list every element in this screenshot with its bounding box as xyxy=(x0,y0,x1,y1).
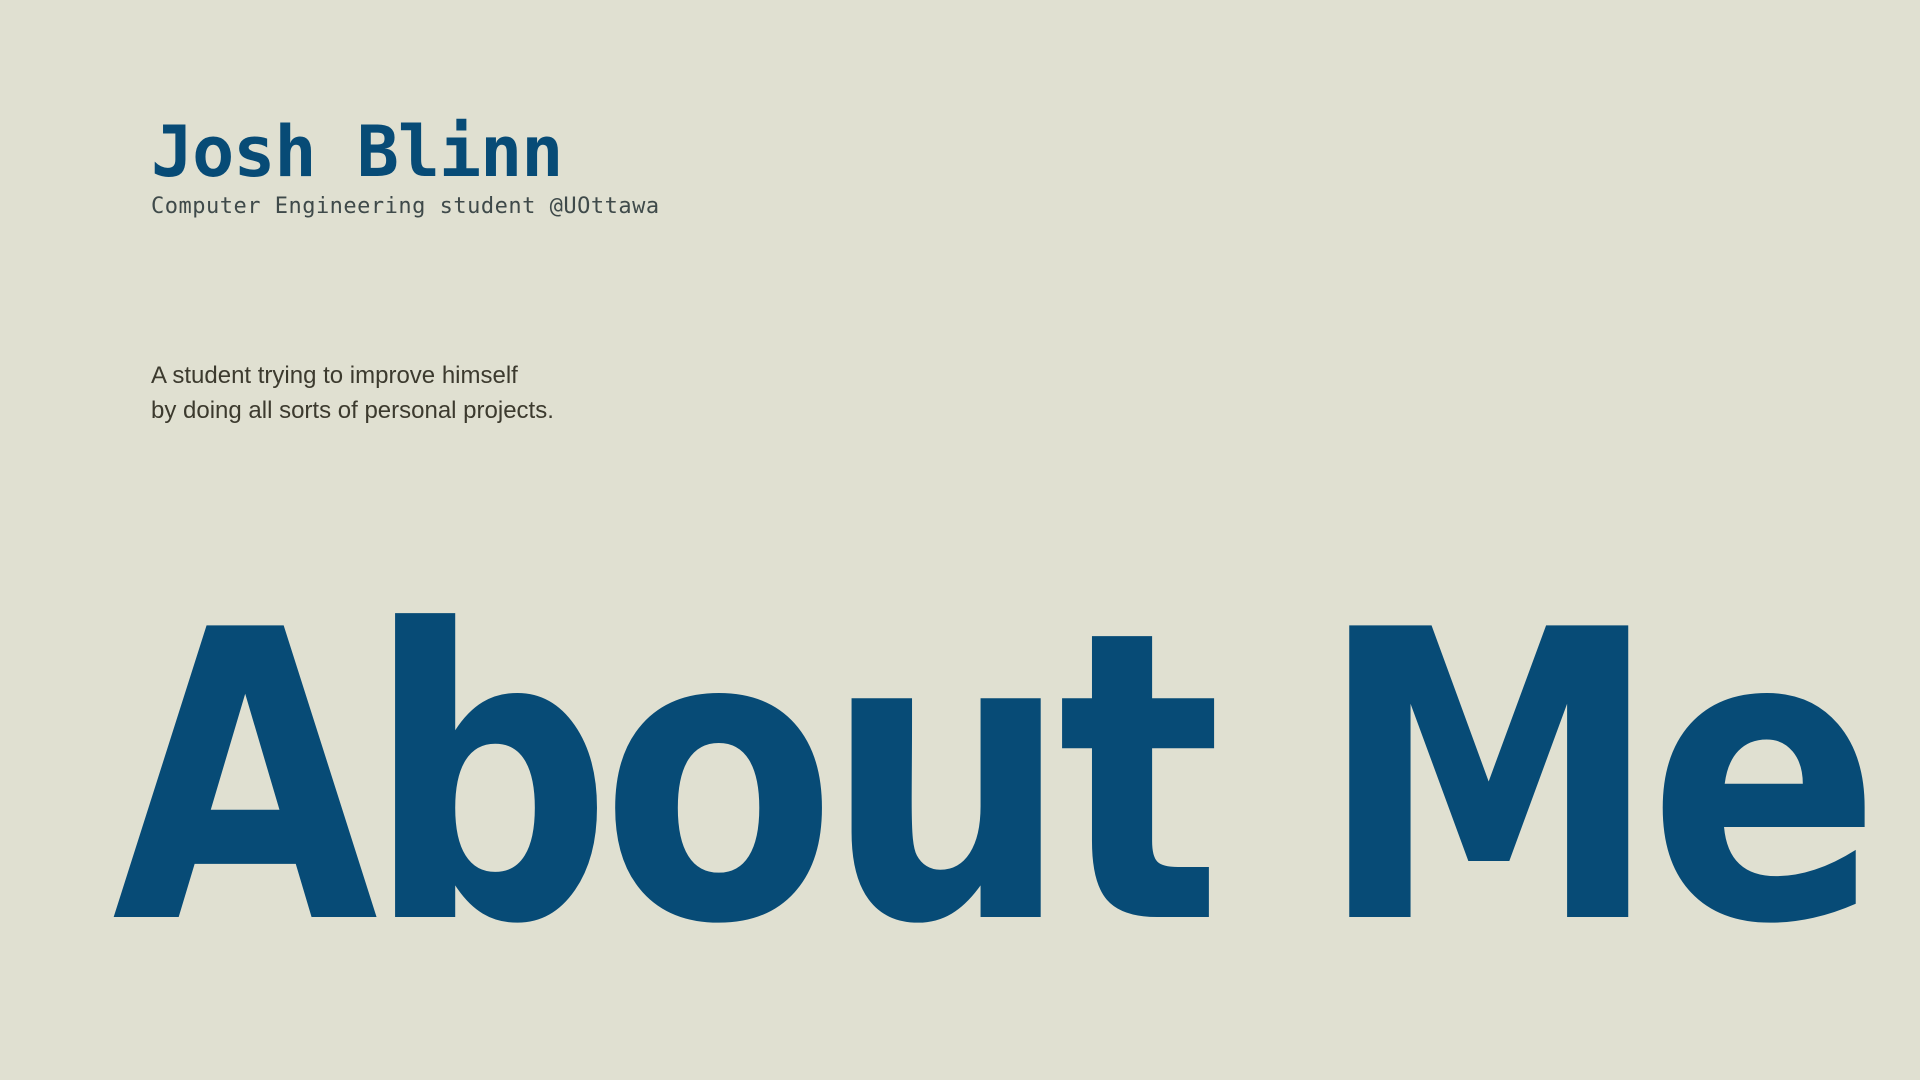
page-title: Josh Blinn xyxy=(151,111,563,193)
bio-line: A student trying to improve himself xyxy=(151,362,518,389)
header: Josh Blinn Computer Engineering student … xyxy=(151,112,660,222)
about-me-heading: About Me xyxy=(112,547,1881,1012)
bio-line: by doing all sorts of personal projects. xyxy=(151,397,554,424)
subtitle: Computer Engineering student @UOttawa xyxy=(151,194,660,219)
page: Josh Blinn Computer Engineering student … xyxy=(0,0,1920,1080)
bio: A student trying to improve himself by d… xyxy=(151,358,554,428)
